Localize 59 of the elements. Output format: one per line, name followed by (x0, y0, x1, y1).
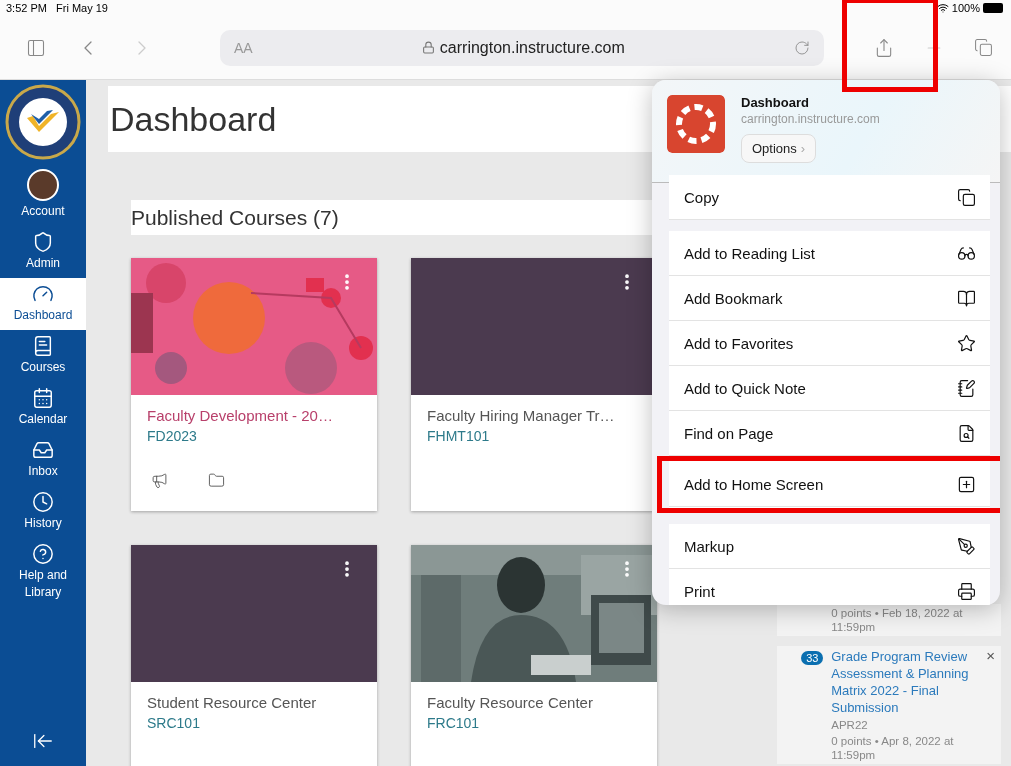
status-time: 3:52 PM (6, 2, 47, 14)
course-title[interactable]: Faculty Resource Center (427, 694, 641, 711)
todo-link[interactable]: Grade Program Review Assessment & Planning Matrix 2022 - Final Submission (831, 648, 977, 716)
sidebar-item[interactable]: Dashboard (0, 278, 86, 330)
sidebar-item[interactable]: Help and Library (0, 538, 86, 607)
course-title[interactable]: Student Resource Center (147, 694, 361, 711)
course-card[interactable]: Student Resource Center SRC101 (131, 545, 377, 766)
printer-icon (957, 581, 976, 601)
sidebar-item[interactable]: Account (0, 164, 86, 226)
shield-icon (32, 231, 54, 253)
sidebar-item[interactable]: Inbox (0, 434, 86, 486)
course-code: SRC101 (147, 715, 201, 731)
app-icon (667, 95, 725, 153)
avatar-icon (27, 169, 59, 201)
course-code: FD2023 (147, 428, 198, 444)
sheet-title: Dashboard (741, 95, 810, 110)
course-card[interactable]: Faculty Development - 20… FD2023 (131, 258, 377, 511)
megaphone-icon[interactable] (151, 472, 168, 489)
book-icon (32, 335, 54, 357)
course-code: FRC101 (427, 715, 481, 731)
pen-icon (957, 536, 976, 556)
copy-icon (957, 187, 976, 207)
book-icon (957, 288, 976, 308)
note-icon (957, 378, 976, 398)
page-title: Dashboard (110, 99, 277, 139)
course-title[interactable]: Faculty Development - 20… (147, 407, 361, 424)
sidebar-item[interactable]: Calendar (0, 382, 86, 434)
inbox-icon (32, 439, 54, 461)
tabs-icon[interactable] (974, 38, 993, 57)
close-button[interactable]: × (986, 648, 995, 663)
battery-icon (983, 3, 1005, 13)
share-icon[interactable] (874, 37, 894, 58)
todo-details: 0 points • Apr 8, 2022 at 11:59pm (831, 734, 955, 762)
find-icon (957, 423, 976, 443)
calendar-icon (32, 387, 54, 409)
status-date: Fri May 19 (56, 2, 108, 14)
sidebar-item[interactable]: Admin (0, 226, 86, 278)
star-icon (957, 333, 976, 353)
course-card[interactable]: Faculty Resource Center FRC101 (411, 545, 657, 766)
sidebar-item[interactable]: History (0, 486, 86, 538)
sheet-url: carrington.instructure.com (741, 112, 880, 126)
todo-code: APR22 (831, 718, 869, 732)
clock-icon (32, 491, 54, 513)
reload-icon[interactable] (794, 39, 810, 56)
options-button[interactable]: Options › (741, 134, 817, 163)
course-title[interactable]: Faculty Hiring Manager Tr… (427, 407, 641, 424)
sidebar-item[interactable]: Courses (0, 330, 86, 382)
url-text: carrington.instructure.com (260, 38, 786, 57)
wifi-icon (936, 2, 949, 14)
address-bar[interactable]: AA carrington.instructure.com (220, 29, 824, 66)
todo-details: 0 points • Feb 18, 2022 at 11:59pm (831, 606, 964, 634)
battery-percent: 100% (951, 2, 980, 14)
plus-square-icon (957, 474, 976, 494)
sidebar-toggle-icon[interactable] (26, 37, 46, 58)
course-code: FHMT101 (427, 428, 491, 444)
folder-icon[interactable] (208, 472, 225, 489)
help-icon (32, 543, 54, 565)
lock-icon (421, 40, 435, 54)
count-badge: 33 (801, 651, 824, 665)
